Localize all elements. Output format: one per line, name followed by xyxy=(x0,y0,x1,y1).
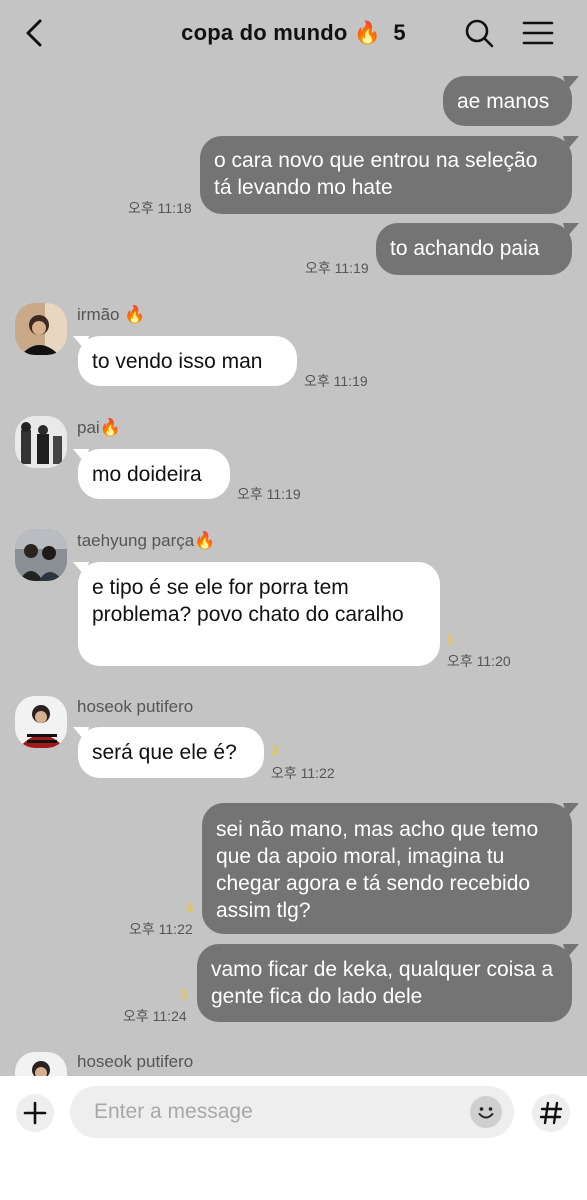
sender-name: taehyung parça🔥 xyxy=(77,531,216,550)
chat-title: copa do mundo 🔥 5 xyxy=(0,20,587,46)
outgoing-message-bubble[interactable]: sei não mano, mas acho que temo que da a… xyxy=(202,803,572,934)
message-timestamp: 오후 11:22 xyxy=(271,765,335,781)
unread-count: 3 xyxy=(271,743,279,758)
message-timestamp: 오후 11:19 xyxy=(237,486,301,502)
incoming-message-bubble[interactable]: to vendo isso man xyxy=(78,336,297,386)
message-input-bar xyxy=(0,1076,587,1200)
unread-count: 3 xyxy=(180,987,188,1002)
sender-name: hoseok putifero xyxy=(77,697,194,716)
sender-name: pai🔥 xyxy=(77,418,121,437)
outgoing-message-bubble[interactable]: vamo ficar de keka, qualquer coisa a gen… xyxy=(197,944,572,1022)
incoming-message-bubble[interactable]: será que ele é? xyxy=(78,727,264,778)
outgoing-message-bubble[interactable]: ae manos xyxy=(443,76,572,126)
unread-count: 1 xyxy=(447,632,455,647)
avatar[interactable] xyxy=(15,303,67,355)
message-timestamp: 오후 11:20 xyxy=(447,653,511,669)
outgoing-message-bubble[interactable]: to achando paia xyxy=(376,223,572,275)
message-timestamp: 오후 11:22 xyxy=(129,921,193,937)
bubble-tail xyxy=(563,76,579,90)
bubble-tail xyxy=(563,944,579,958)
message-timestamp: 오후 11:19 xyxy=(304,373,368,389)
message-timestamp: 오후 11:19 xyxy=(305,260,369,276)
hashtag-icon[interactable] xyxy=(532,1094,570,1132)
member-count: 5 xyxy=(393,20,406,45)
unread-count: 3 xyxy=(186,900,194,915)
emoji-icon[interactable] xyxy=(470,1096,502,1128)
search-icon[interactable] xyxy=(462,16,496,50)
message-timestamp: 오후 11:18 xyxy=(128,200,192,216)
sender-name: irmão 🔥 xyxy=(77,305,146,324)
message-timestamp: 오후 11:24 xyxy=(123,1008,187,1024)
hamburger-menu-icon[interactable] xyxy=(520,16,556,50)
bubble-tail xyxy=(563,136,579,150)
chat-header: copa do mundo 🔥 5 xyxy=(0,0,587,68)
avatar[interactable] xyxy=(15,416,67,468)
sender-name: hoseok putifero xyxy=(77,1052,194,1071)
message-input[interactable] xyxy=(70,1086,514,1138)
incoming-message-bubble[interactable]: mo doideira xyxy=(78,449,230,499)
bubble-tail xyxy=(563,803,579,817)
incoming-message-bubble[interactable]: e tipo é se ele for porra tem problema? … xyxy=(78,562,440,666)
outgoing-message-bubble[interactable]: o cara novo que entrou na seleção tá lev… xyxy=(200,136,572,214)
bubble-tail xyxy=(563,223,579,237)
plus-icon[interactable] xyxy=(16,1094,54,1132)
avatar[interactable] xyxy=(15,529,67,581)
avatar[interactable] xyxy=(15,696,67,748)
chat-title-text: copa do mundo 🔥 xyxy=(181,20,382,45)
